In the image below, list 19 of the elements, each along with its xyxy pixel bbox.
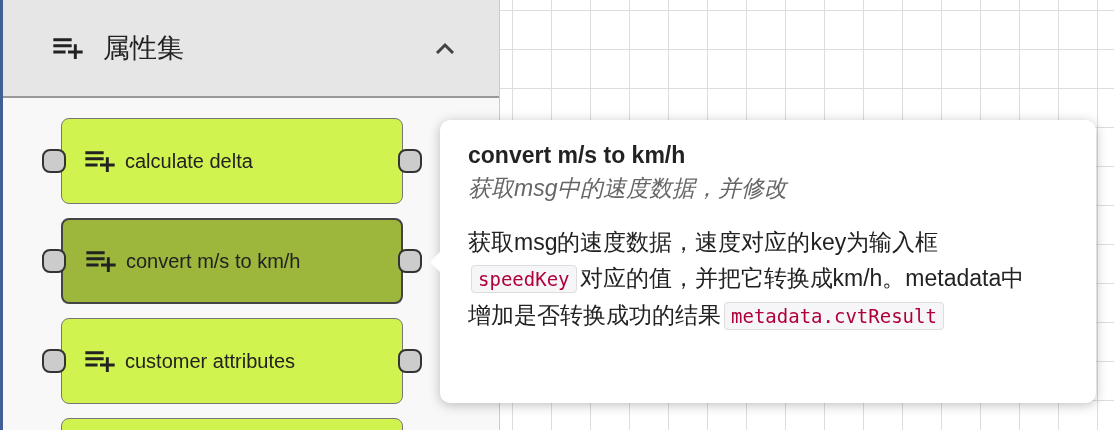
- playlist-add-icon: [85, 250, 117, 272]
- input-port[interactable]: [42, 349, 66, 373]
- tooltip-description: 获取msg的速度数据，速度对应的key为输入框 speedKey 对应的值，并把它转换成km/h。metadata中增加是否转换成功的结果 metadata.cvtResult: [468, 228, 1026, 332]
- node-label: customer attributes: [125, 349, 296, 373]
- playlist-add-icon: [84, 150, 116, 172]
- tooltip-subtitle: 获取msg中的速度数据，并修改: [468, 174, 790, 203]
- input-port[interactable]: [42, 149, 66, 173]
- panel-header[interactable]: 属性集: [3, 0, 499, 98]
- chevron-up-icon[interactable]: [435, 42, 455, 54]
- playlist-add-icon: [53, 37, 83, 59]
- output-port[interactable]: [398, 249, 422, 273]
- panel-title: 属性集: [103, 32, 185, 65]
- output-port[interactable]: [398, 149, 422, 173]
- tooltip-title: convert m/s to km/h: [468, 142, 687, 169]
- node-label: calculate delta: [125, 149, 253, 173]
- node-label: convert m/s to km/h: [126, 249, 301, 273]
- output-port[interactable]: [398, 349, 422, 373]
- playlist-add-icon: [84, 350, 116, 372]
- input-port[interactable]: [42, 249, 66, 273]
